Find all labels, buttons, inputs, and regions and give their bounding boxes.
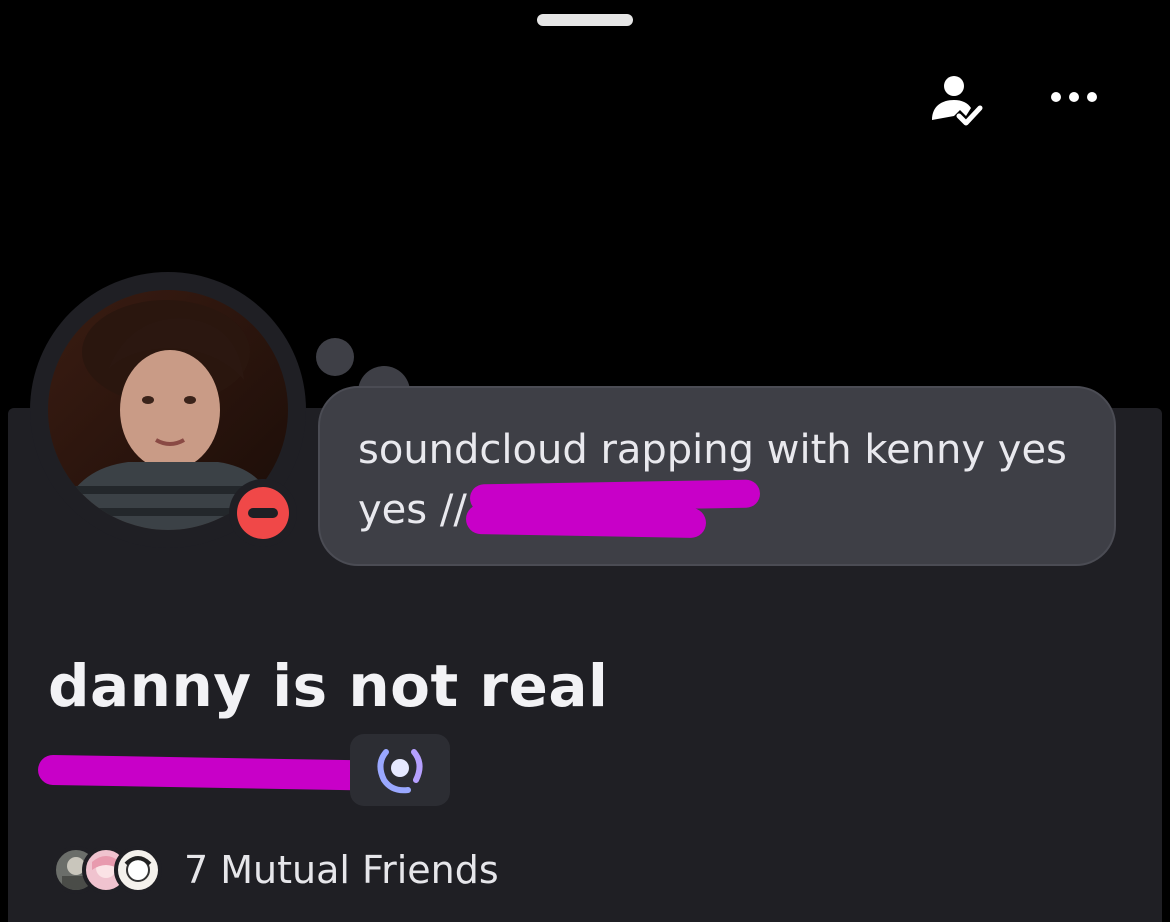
profile-badge[interactable]	[350, 734, 450, 806]
display-name: danny is not real	[48, 652, 609, 720]
sheet-grabber[interactable]	[537, 14, 633, 26]
dnd-status-icon	[237, 487, 289, 539]
ellipsis-icon	[1051, 92, 1097, 102]
more-options-button[interactable]	[1040, 80, 1104, 114]
custom-status-bubble[interactable]: soundcloud rapping with kenny yes yes //	[318, 386, 1116, 566]
thought-dot-small	[316, 338, 354, 376]
mutual-friends-label: 7 Mutual Friends	[184, 848, 499, 892]
friend-status-button[interactable]	[926, 72, 986, 128]
person-check-icon	[932, 76, 983, 126]
laurel-badge-icon	[377, 749, 423, 794]
redaction-mark	[465, 503, 707, 539]
custom-status-line-1: soundcloud rapping with kenny yes	[358, 427, 1067, 473]
mutual-friend-avatar	[114, 846, 162, 894]
profile-sheet: soundcloud rapping with kenny yes yes //…	[0, 0, 1170, 922]
